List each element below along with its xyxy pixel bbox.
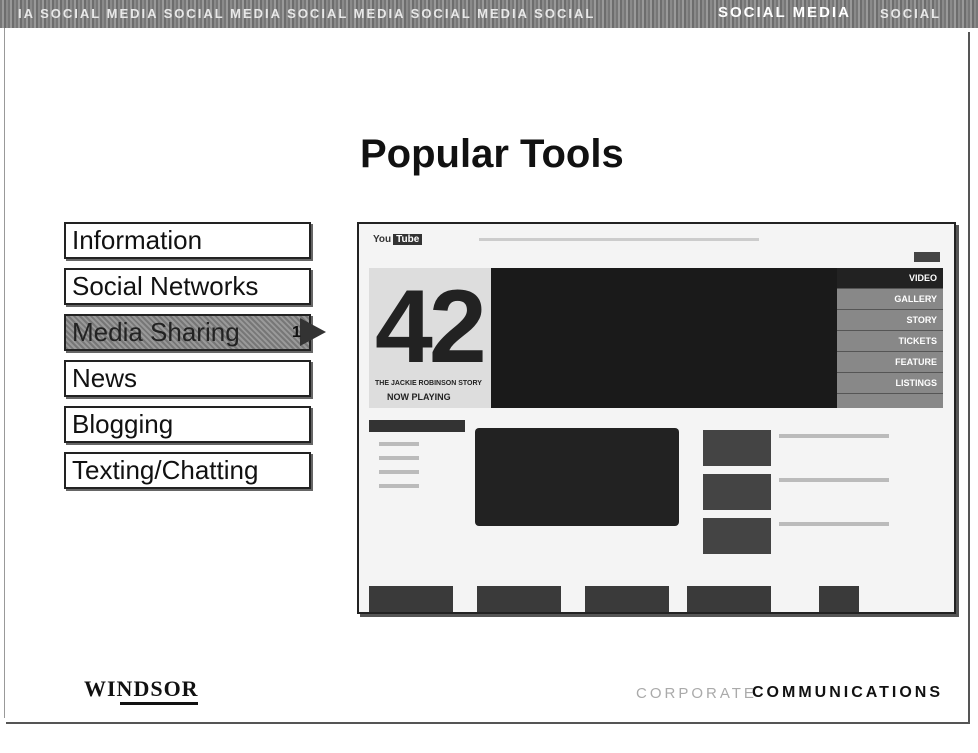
video-thumbnail: [703, 474, 771, 510]
frame-left-border: [4, 28, 5, 718]
video-title-line: [779, 478, 889, 482]
hero-menu-item: VIDEO: [837, 268, 943, 289]
bottom-thumbnail: [687, 586, 771, 612]
hero-status: NOW PLAYING: [387, 392, 451, 402]
bottom-thumbnail: [477, 586, 561, 612]
bottom-thumbnail: [585, 586, 669, 612]
hero-menu-item: GALLERY: [837, 289, 943, 310]
hero-menu-item: FEATURE: [837, 352, 943, 373]
side-list-line: [379, 456, 419, 460]
corporate-label: CORPORATE: [636, 685, 757, 702]
video-title-line: [779, 522, 889, 526]
menu-item-information[interactable]: Information: [64, 222, 311, 259]
banner-highlight-text: SOCIAL MEDIA: [718, 4, 851, 21]
youtube-search-bar: [479, 238, 759, 241]
frame-bottom-border: [6, 722, 970, 724]
frame-right-border: [968, 32, 970, 722]
hero-menu-item: TICKETS: [837, 331, 943, 352]
youtube-upload-button: [914, 252, 940, 262]
video-thumbnail: [703, 518, 771, 554]
youtube-logo: You Tube: [373, 234, 423, 245]
menu-item-media-sharing[interactable]: Media Sharing: [64, 314, 311, 351]
side-list-line: [379, 442, 419, 446]
side-list-header: [369, 420, 465, 432]
youtube-screenshot: You Tube 42 THE JACKIE ROBINSON STORY NOW…: [357, 222, 956, 614]
banner-repeated-text: IA SOCIAL MEDIA SOCIAL MEDIA SOCIAL MEDI…: [18, 6, 596, 21]
video-thumbnail: [703, 430, 771, 466]
slide-title: Popular Tools: [360, 132, 624, 176]
windsor-logo: WINDSOR: [84, 676, 199, 701]
menu-item-social-networks[interactable]: Social Networks: [64, 268, 311, 305]
bottom-thumbnail: [819, 586, 859, 612]
menu-item-texting-chatting[interactable]: Texting/Chatting: [64, 452, 311, 489]
hero-video-player: [491, 268, 837, 408]
side-list-line: [379, 470, 419, 474]
youtube-logo-badge: Tube: [393, 234, 423, 245]
slide: IA SOCIAL MEDIA SOCIAL MEDIA SOCIAL MEDI…: [0, 0, 978, 753]
arrow-right-icon: [300, 318, 326, 346]
social-media-banner: IA SOCIAL MEDIA SOCIAL MEDIA SOCIAL MEDI…: [0, 0, 978, 28]
banner-tail-text: SOCIAL: [880, 6, 942, 21]
communications-label: COMMUNICATIONS: [752, 684, 944, 701]
pointer-number: 1: [292, 324, 301, 341]
hero-banner: 42 THE JACKIE ROBINSON STORY NOW PLAYING…: [369, 268, 943, 408]
tools-menu: Information Social Networks Media Sharin…: [64, 222, 311, 498]
hero-menu: VIDEO GALLERY STORY TICKETS FEATURE LIST…: [837, 268, 943, 408]
side-list-line: [379, 484, 419, 488]
bottom-thumbnail: [369, 586, 453, 612]
youtube-side-list: [369, 420, 465, 540]
menu-item-blogging[interactable]: Blogging: [64, 406, 311, 443]
hero-menu-item: STORY: [837, 310, 943, 331]
hero-number: 42: [375, 269, 487, 385]
menu-item-news[interactable]: News: [64, 360, 311, 397]
logo-underline: [120, 702, 198, 705]
featured-video: [475, 428, 679, 526]
video-title-line: [779, 434, 889, 438]
youtube-logo-text: You: [373, 234, 392, 245]
hero-menu-item: LISTINGS: [837, 373, 943, 394]
hero-subtitle: THE JACKIE ROBINSON STORY: [375, 380, 482, 387]
